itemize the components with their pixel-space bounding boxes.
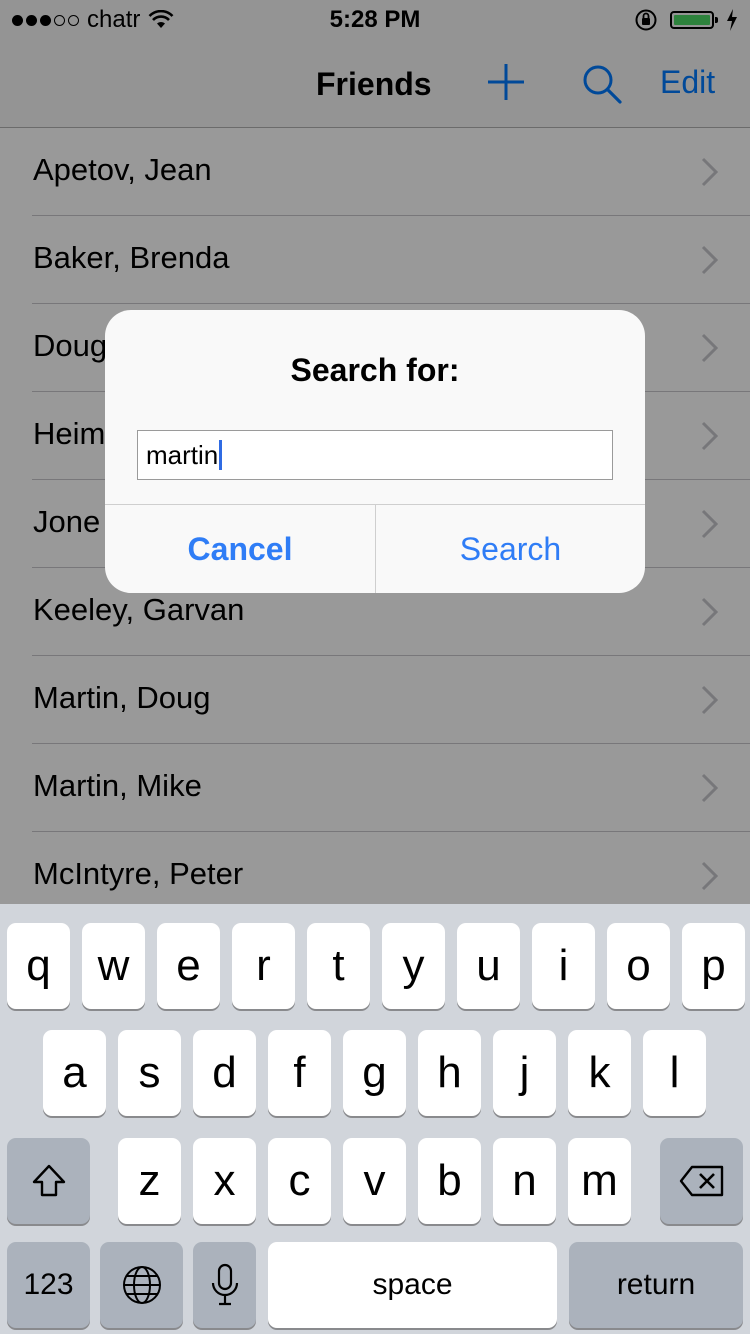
key-e[interactable]: e <box>157 923 220 1009</box>
key-x[interactable]: x <box>193 1138 256 1224</box>
globe-key[interactable] <box>100 1242 183 1328</box>
space-key[interactable]: space <box>268 1242 557 1328</box>
key-k[interactable]: k <box>568 1030 631 1116</box>
key-q[interactable]: q <box>7 923 70 1009</box>
key-j[interactable]: j <box>493 1030 556 1116</box>
key-t[interactable]: t <box>307 923 370 1009</box>
key-p[interactable]: p <box>682 923 745 1009</box>
key-u[interactable]: u <box>457 923 520 1009</box>
key-m[interactable]: m <box>568 1138 631 1224</box>
key-i[interactable]: i <box>532 923 595 1009</box>
key-s[interactable]: s <box>118 1030 181 1116</box>
dictation-key[interactable] <box>193 1242 256 1328</box>
text-caret <box>219 440 223 470</box>
key-l[interactable]: l <box>643 1030 706 1116</box>
backspace-key[interactable] <box>660 1138 743 1224</box>
shift-key[interactable] <box>7 1138 90 1224</box>
key-f[interactable]: f <box>268 1030 331 1116</box>
key-h[interactable]: h <box>418 1030 481 1116</box>
key-c[interactable]: c <box>268 1138 331 1224</box>
microphone-icon <box>211 1263 238 1306</box>
key-o[interactable]: o <box>607 923 670 1009</box>
return-key[interactable]: return <box>569 1242 743 1328</box>
key-a[interactable]: a <box>43 1030 106 1116</box>
search-alert: Search for: martin Cancel Search <box>105 310 645 593</box>
cancel-button[interactable]: Cancel <box>105 505 375 593</box>
search-button[interactable]: Search <box>376 505 645 593</box>
key-y[interactable]: y <box>382 923 445 1009</box>
key-w[interactable]: w <box>82 923 145 1009</box>
alert-title: Search for: <box>290 352 460 388</box>
key-b[interactable]: b <box>418 1138 481 1224</box>
keyboard: 123 space return qwertyuiop asdfghjkl zxcv… <box>0 904 750 1334</box>
key-d[interactable]: d <box>193 1030 256 1116</box>
globe-icon <box>122 1266 161 1304</box>
search-input-value: martin <box>146 439 219 470</box>
search-input[interactable]: martin <box>137 430 613 480</box>
key-v[interactable]: v <box>343 1138 406 1224</box>
shift-icon <box>32 1164 65 1197</box>
key-z[interactable]: z <box>118 1138 181 1224</box>
key-n[interactable]: n <box>493 1138 556 1224</box>
delete-icon <box>679 1165 723 1197</box>
key-r[interactable]: r <box>232 923 295 1009</box>
key-g[interactable]: g <box>343 1030 406 1116</box>
numbers-key[interactable]: 123 <box>7 1242 90 1328</box>
